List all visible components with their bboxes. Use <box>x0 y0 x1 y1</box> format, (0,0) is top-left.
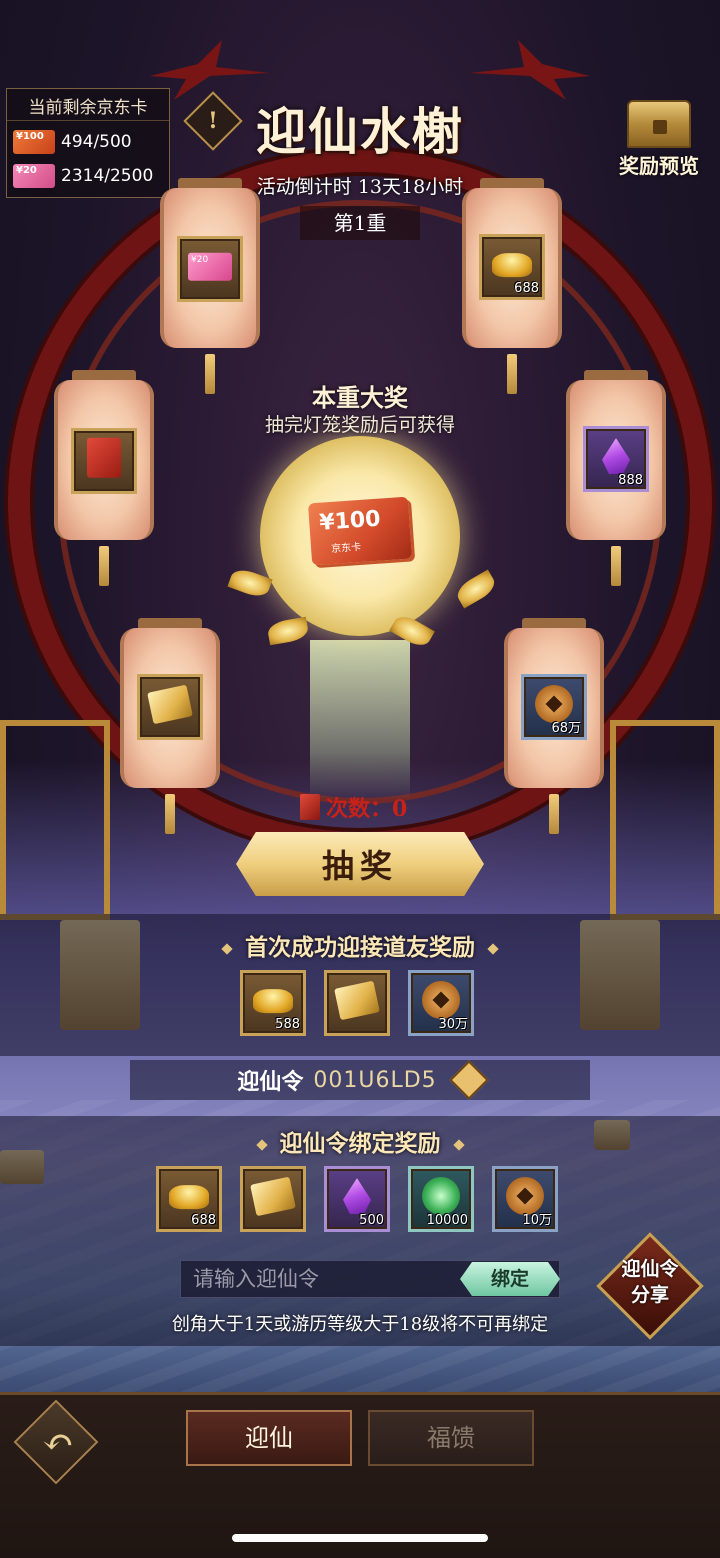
lantern-tassel <box>205 354 215 394</box>
gold-ticket-icon <box>334 980 380 1021</box>
diamond-icon <box>487 943 499 955</box>
gold-ticket-icon <box>147 684 193 725</box>
lattice-left <box>0 720 110 920</box>
item-quantity: 10000 <box>426 1213 468 1228</box>
purple-gem-icon <box>343 1178 371 1215</box>
bind-reward-title: 迎仙令绑定奖励 <box>0 1124 720 1158</box>
lantern-reward-item <box>71 428 137 494</box>
jade-orb-icon <box>422 1176 460 1215</box>
draw-count: 次数：0 <box>300 790 440 824</box>
share-button-label[interactable]: 迎仙令 分享 <box>606 1256 694 1308</box>
invite-code-row: 迎仙令 001U6LD5 <box>130 1060 590 1100</box>
gold-ingot-icon <box>253 989 293 1014</box>
tier-label: 第1重 <box>300 206 420 240</box>
bind-reward-item-3[interactable]: 500 <box>324 1166 390 1232</box>
bind-reward-item-2[interactable] <box>240 1166 306 1232</box>
prize-card-label: 京东卡 <box>330 541 362 556</box>
bind-reward-item-5[interactable]: 10万 <box>492 1166 558 1232</box>
lantern-reward-item: 68万 <box>521 674 587 740</box>
item-quantity: 688 <box>191 1213 216 1228</box>
card-row-20: ¥20 2314/2500 <box>13 161 153 191</box>
bind-reward-title-text: 迎仙令绑定奖励 <box>279 1130 441 1157</box>
lantern-2[interactable]: 688 <box>462 178 562 394</box>
card-count-20: 2314/2500 <box>61 166 154 186</box>
bind-button[interactable]: 绑定 <box>460 1262 560 1296</box>
invite-code-label: 迎仙令 <box>237 1069 304 1095</box>
card-count-100: 494/500 <box>61 132 132 152</box>
red-envelope-icon <box>87 437 121 478</box>
draw-button[interactable]: 抽奖 <box>236 832 484 896</box>
diamond-icon <box>221 943 233 955</box>
page-title: 迎仙水榭 <box>256 102 464 161</box>
reward-preview-button[interactable]: 奖励预览 <box>604 100 714 180</box>
item-quantity: 688 <box>514 281 539 296</box>
lantern-6[interactable]: 68万 <box>504 618 604 834</box>
remaining-cards-title: 当前剩余京东卡 <box>7 93 169 121</box>
diamond-icon <box>255 1139 268 1151</box>
home-indicator[interactable] <box>232 1534 488 1542</box>
lantern-5[interactable] <box>120 618 220 834</box>
lantern-tassel <box>611 546 621 586</box>
gold-ingot-icon <box>169 1185 209 1210</box>
lantern-tassel <box>549 794 559 834</box>
treasure-chest-icon <box>627 100 691 148</box>
jd-card-20-icon: ¥20 <box>13 164 55 188</box>
item-quantity: 500 <box>359 1213 384 1228</box>
lantern-tassel <box>99 546 109 586</box>
prize-card-amount: ¥100 <box>318 506 382 536</box>
first-success-item-3[interactable]: 30万 <box>408 970 474 1036</box>
lantern-reward-item: 688 <box>479 234 545 300</box>
red-envelope-icon <box>300 794 320 820</box>
item-quantity: 68万 <box>551 721 581 736</box>
draw-count-label: 次数：0 <box>326 796 408 822</box>
first-success-item-1[interactable]: 588 <box>240 970 306 1036</box>
item-quantity: 30万 <box>438 1017 468 1032</box>
info-icon: ! <box>208 108 218 134</box>
pink-card-icon: ¥20 <box>188 252 232 281</box>
lantern-1[interactable]: ¥20 <box>160 178 260 394</box>
lantern-tassel <box>165 794 175 834</box>
first-success-title: 首次成功迎接道友奖励 <box>0 928 720 962</box>
item-quantity: 588 <box>275 1017 300 1032</box>
item-quantity: 888 <box>618 473 643 488</box>
lantern-reward-item <box>137 674 203 740</box>
lantern-reward-item: 888 <box>583 426 649 492</box>
bind-reward-item-1[interactable]: 688 <box>156 1166 222 1232</box>
bind-reward-item-4[interactable]: 10000 <box>408 1166 474 1232</box>
card-row-100: ¥100 494/500 <box>13 127 132 157</box>
bind-notice: 创角大于1天或游历等级大于18级将不可再绑定 <box>171 1314 549 1335</box>
remaining-cards-panel: 当前剩余京东卡 ¥100 494/500 ¥20 2314/2500 <box>6 88 170 198</box>
reward-preview-label: 奖励预览 <box>619 154 699 178</box>
gold-ticket-icon <box>250 1176 296 1217</box>
share-label-line1: 迎仙令 <box>621 1258 679 1280</box>
invite-code-value: 001U6LD5 <box>313 1067 437 1093</box>
light-beam <box>310 640 410 800</box>
diamond-icon <box>452 1139 465 1151</box>
share-label-line2: 分享 <box>630 1284 669 1306</box>
lattice-right <box>610 720 720 920</box>
back-arrow-icon[interactable]: ↶ <box>30 1420 86 1464</box>
lantern-4[interactable]: 888 <box>566 370 666 586</box>
copy-icon[interactable] <box>448 1060 489 1100</box>
grand-prize-title: 本重大奖 <box>312 383 408 412</box>
gold-ingot-icon <box>492 253 532 278</box>
lantern-reward-item: ¥20 <box>177 236 243 302</box>
first-success-item-2[interactable] <box>324 970 390 1036</box>
lantern-3[interactable] <box>54 370 154 586</box>
grand-prize-subtitle: 抽完灯笼奖励后可获得 <box>264 414 455 436</box>
item-quantity: 10万 <box>522 1213 552 1228</box>
tab-welcome[interactable]: 迎仙 <box>186 1410 352 1466</box>
jd-card-100-icon: ¥100 <box>13 130 55 154</box>
tab-benefits[interactable]: 福馈 <box>368 1410 534 1466</box>
lantern-tassel <box>507 354 517 394</box>
jd-card-100-prize-icon: ¥100 京东卡 <box>307 496 413 566</box>
first-success-title-text: 首次成功迎接道友奖励 <box>245 934 475 961</box>
purple-gem-icon <box>602 438 630 475</box>
